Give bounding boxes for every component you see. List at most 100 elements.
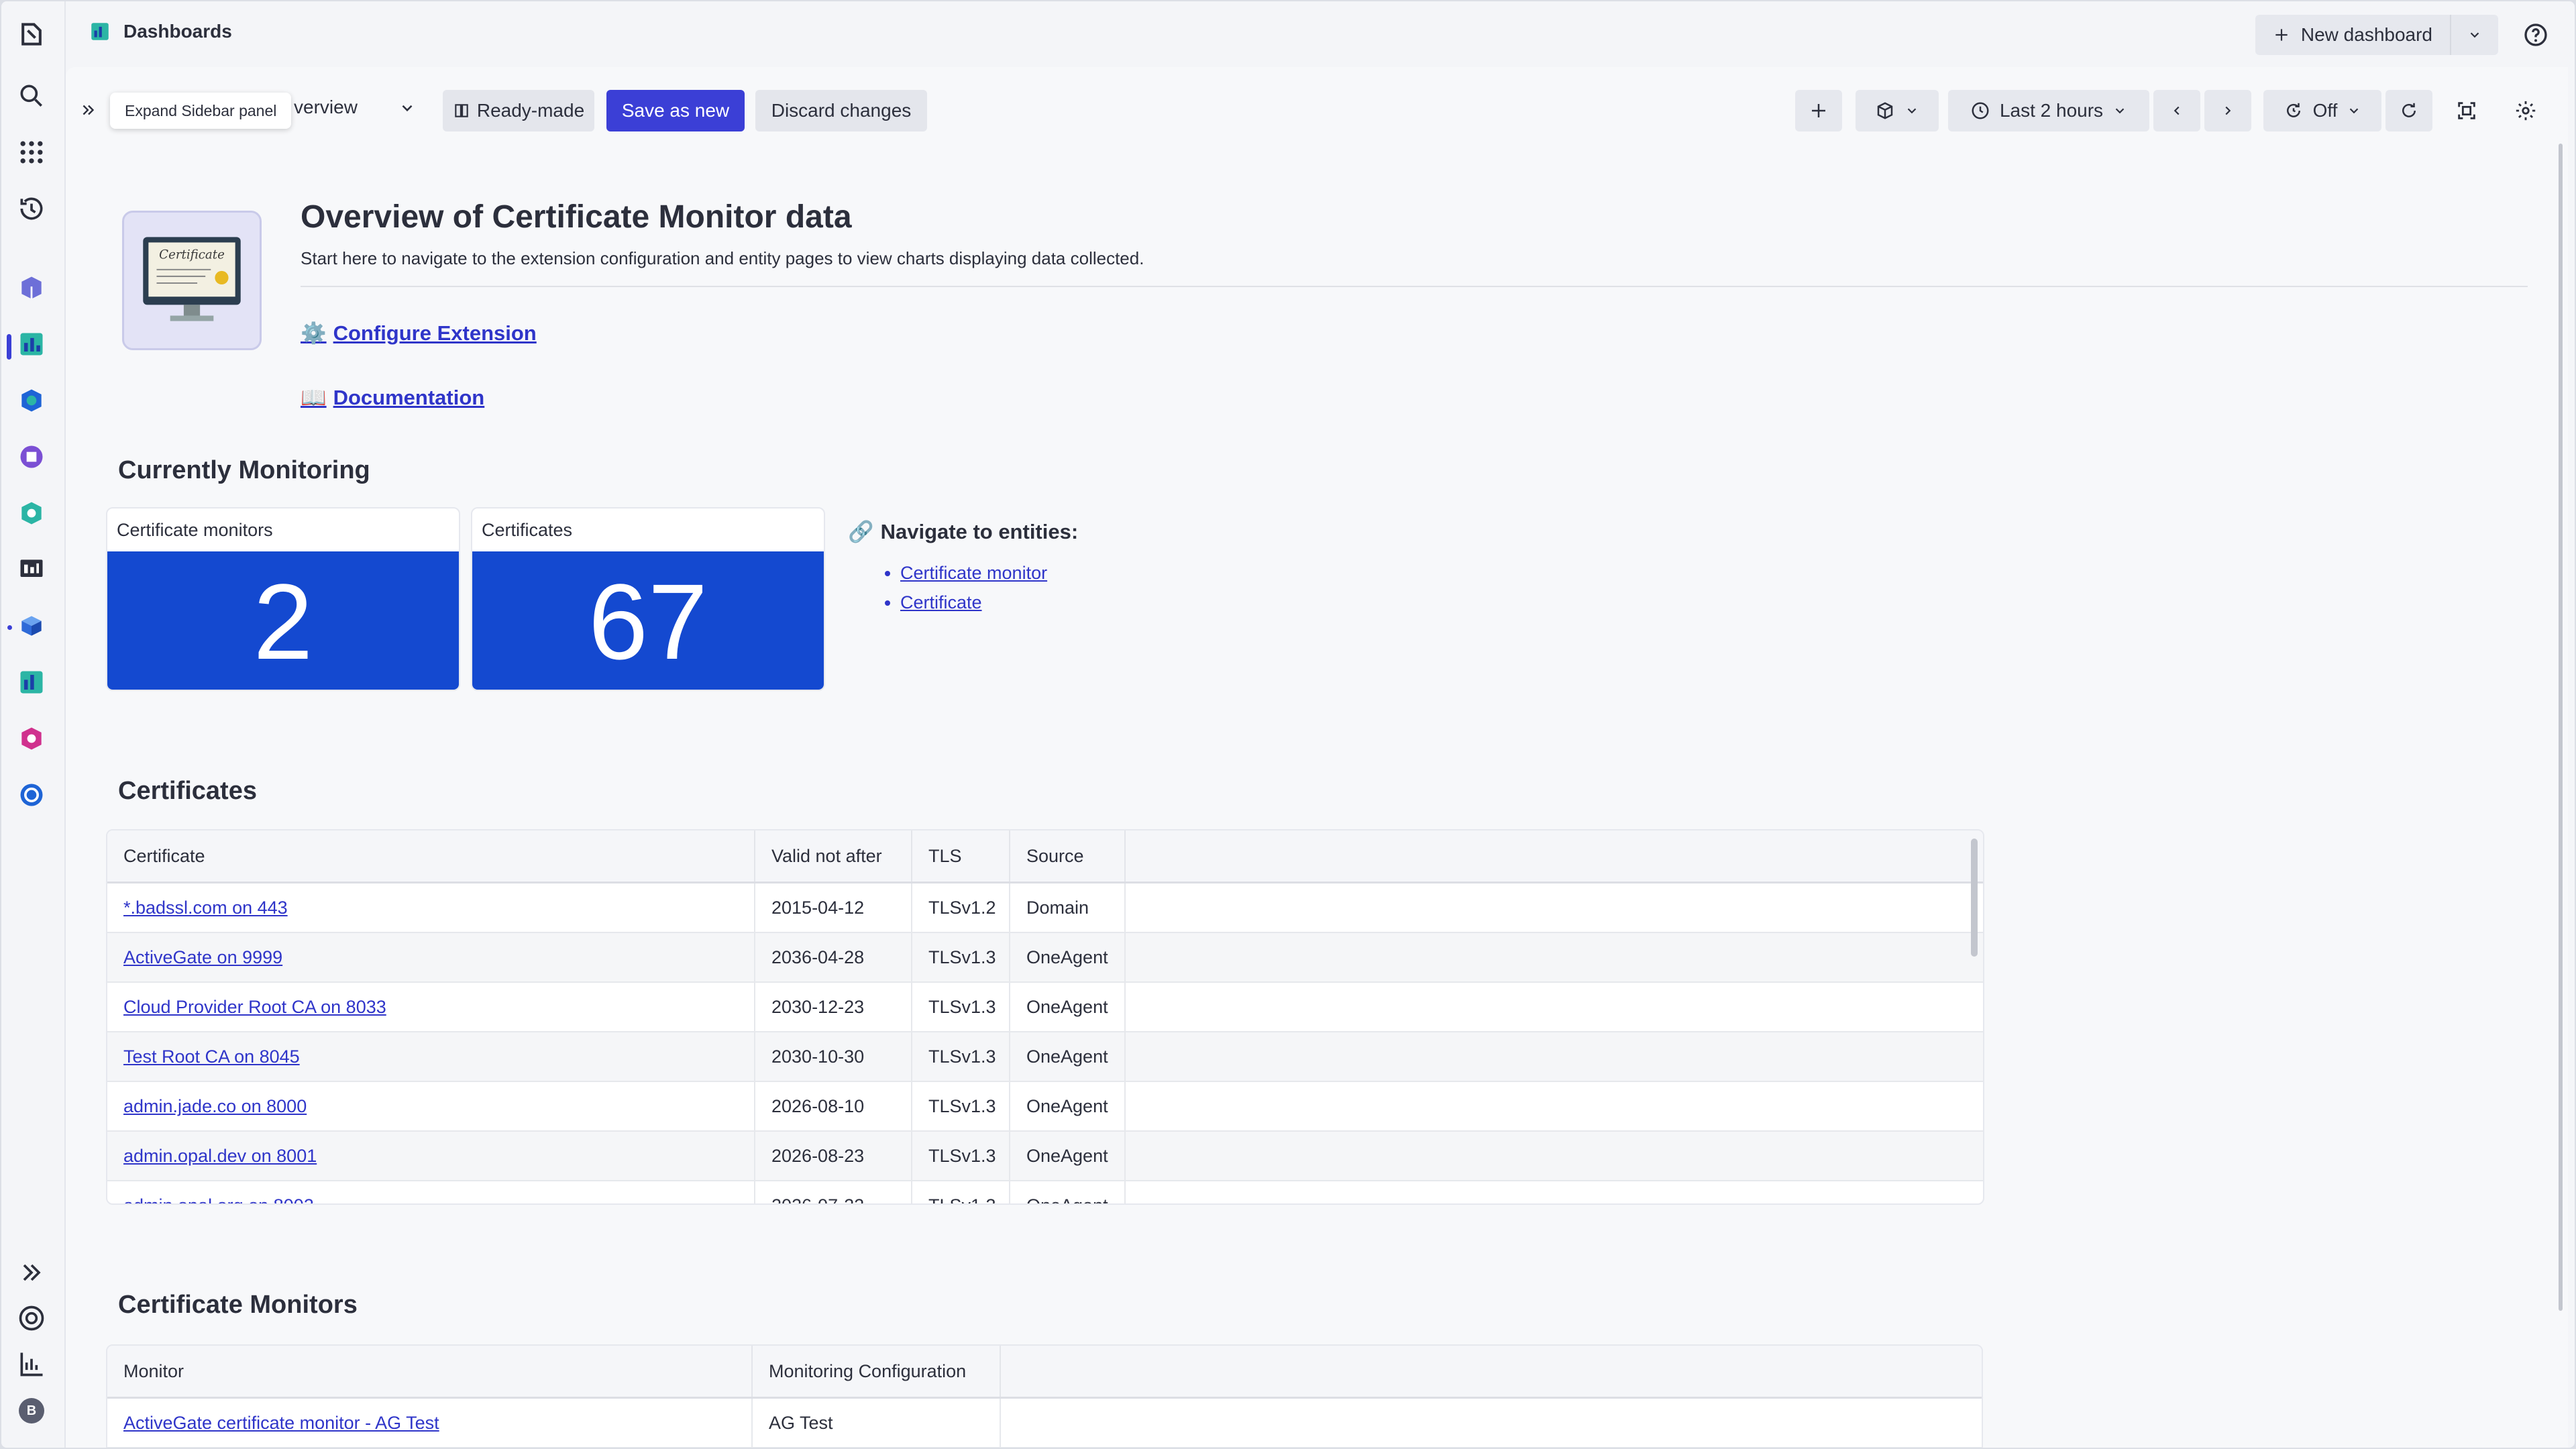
certificate-link[interactable]: admin.jade.co on 8000 <box>107 1082 755 1130</box>
auto-refresh-selector[interactable]: Off <box>2263 90 2381 131</box>
app-title-text: Dashboards <box>123 21 232 42</box>
infrastructure-app-icon[interactable] <box>15 384 48 417</box>
currently-monitoring-heading: Currently Monitoring <box>118 456 370 484</box>
certificate-link[interactable]: admin.opal.dev on 8001 <box>107 1132 755 1180</box>
double-chevron-right-icon <box>83 105 95 115</box>
column-header-valid-not-after[interactable]: Valid not after <box>755 830 912 881</box>
discard-changes-button[interactable]: Discard changes <box>755 90 927 131</box>
expand-rail-icon[interactable] <box>15 1256 48 1289</box>
extensions-app-icon[interactable] <box>15 609 48 643</box>
table-row[interactable]: admin.opal.org on 80022026-07-22TLSv1.3O… <box>107 1181 1983 1203</box>
fullscreen-button[interactable] <box>2446 90 2487 131</box>
dashboard-toolbar: Expand Sidebar panel verview Ready-made … <box>66 87 2568 134</box>
column-header-monitoring-configuration[interactable]: Monitoring Configuration <box>753 1346 1001 1397</box>
new-dashboard-dropdown[interactable] <box>2451 15 2498 55</box>
help-icon[interactable] <box>2522 21 2549 48</box>
table-cell: TLSv1.3 <box>912 933 1010 981</box>
table-row[interactable]: Cloud Provider Root CA on 8033 2030-12-23… <box>107 983 1983 1032</box>
auto-refresh-label: Off <box>2312 100 2338 121</box>
table-cell: OneAgent <box>1010 1181 1126 1203</box>
certificates-table-body: *.badssl.com on 443 2015-04-12 TLSv1.2 Doma… <box>107 883 1983 1203</box>
support-icon[interactable] <box>15 1301 48 1335</box>
table-cell: 2026-08-10 <box>755 1082 912 1130</box>
table-scrollbar[interactable] <box>1971 839 1978 957</box>
search-icon[interactable] <box>15 79 48 113</box>
list-item: Certificate monitor <box>900 558 1047 588</box>
dashboard-settings-button[interactable] <box>2505 90 2546 131</box>
table-header: Certificate Valid not after TLS Source <box>107 830 1983 883</box>
chevron-down-icon <box>2470 32 2479 38</box>
column-header-tls[interactable]: TLS <box>912 830 1010 881</box>
certificate-monitor-illustration: Certificate <box>143 237 241 321</box>
clock-icon <box>1972 102 1989 119</box>
tile-label: Certificate monitors <box>117 519 273 540</box>
tile-value: 67 <box>472 551 824 690</box>
dashboard-menu-chevron-icon[interactable] <box>398 99 416 117</box>
ready-made-badge[interactable]: Ready-made <box>443 90 594 131</box>
table-row[interactable]: ActiveGate certificate monitor - AG Test… <box>107 1399 1982 1448</box>
timeframe-next-button[interactable] <box>2204 90 2251 131</box>
link-icon: 🔗 <box>848 520 874 543</box>
certificate-link[interactable]: Cloud Provider Root CA on 8033 <box>107 983 755 1031</box>
certificate-monitors-table: Monitor Monitoring Configuration ActiveG… <box>106 1344 1983 1448</box>
notebooks-app-icon[interactable] <box>15 440 48 474</box>
apps-grid-icon[interactable] <box>15 136 48 169</box>
column-header-source[interactable]: Source <box>1010 830 1126 881</box>
table-row[interactable]: admin.jade.co on 8000 2026-08-10 TLSv1.3 On… <box>107 1082 1983 1132</box>
dashboard-canvas: Expand Sidebar panel verview Ready-made … <box>66 67 2568 1448</box>
table-row[interactable]: Test Root CA on 8045 2030-10-30 TLSv1.3 One… <box>107 1032 1983 1082</box>
configure-extension-link[interactable]: ⚙️ Configure Extension <box>301 321 537 345</box>
security-app-icon[interactable] <box>15 722 48 755</box>
certificate-entity-link[interactable]: Certificate <box>900 592 982 612</box>
monitor-link[interactable]: ActiveGate certificate monitor - AG Test <box>107 1399 753 1447</box>
whats-new-icon[interactable] <box>15 1347 48 1381</box>
certificate-link[interactable]: Test Root CA on 8045 <box>107 1032 755 1081</box>
table-cell: 2036-04-28 <box>755 933 912 981</box>
ready-made-label: Ready-made <box>476 100 585 121</box>
table-cell: OneAgent <box>1010 983 1126 1031</box>
timeframe-previous-button[interactable] <box>2153 90 2200 131</box>
entity-links-list: Certificate monitor Certificate <box>873 558 1047 617</box>
certificate-link[interactable]: *.badssl.com on 443 <box>107 883 755 932</box>
services-app-icon[interactable] <box>15 496 48 530</box>
documentation-link[interactable]: 📖 Documentation <box>301 385 484 410</box>
hub-app-icon[interactable] <box>15 271 48 305</box>
table-cell: OneAgent <box>1010 1132 1126 1180</box>
expand-sidebar-button[interactable] <box>76 97 101 123</box>
monitor-app-icon[interactable] <box>15 553 48 586</box>
page-scrollbar[interactable] <box>2559 144 2563 1311</box>
certificate-link[interactable]: admin.opal.org on 8002 <box>107 1181 755 1203</box>
segments-button[interactable] <box>1856 90 1939 131</box>
certificate-illustration-text: Certificate <box>159 248 225 262</box>
certificates-tile[interactable]: Certificates 67 <box>471 507 825 691</box>
table-row[interactable]: ActiveGate on 9999 2036-04-28 TLSv1.3 OneAg… <box>107 933 1983 983</box>
active-indicator <box>7 334 11 360</box>
left-rail: B <box>1 1 66 1448</box>
gear-icon <box>2516 101 2536 121</box>
table-cell: 2026-08-23 <box>755 1132 912 1180</box>
column-header-certificate[interactable]: Certificate <box>107 830 755 881</box>
certificate-monitor-entity-link[interactable]: Certificate monitor <box>900 563 1047 583</box>
chevron-down-icon <box>2350 108 2359 114</box>
certificate-link[interactable]: ActiveGate on 9999 <box>107 933 755 981</box>
new-dashboard-button[interactable]: New dashboard <box>2255 15 2451 55</box>
book-icon <box>455 104 468 117</box>
data-explorer-app-icon[interactable] <box>15 665 48 699</box>
history-icon[interactable] <box>15 192 48 225</box>
user-avatar[interactable]: B <box>19 1398 44 1424</box>
settings-app-icon[interactable] <box>15 778 48 812</box>
dashboard-name[interactable]: verview <box>294 97 358 118</box>
dashboards-app-icon[interactable] <box>15 327 48 361</box>
column-header-monitor[interactable]: Monitor <box>107 1346 753 1397</box>
certificate-monitors-tile[interactable]: Certificate monitors 2 <box>106 507 460 691</box>
add-tile-button[interactable] <box>1795 90 1842 131</box>
table-cell: TLSv1.3 <box>912 1082 1010 1130</box>
timeframe-selector[interactable]: Last 2 hours <box>1948 90 2149 131</box>
table-row[interactable]: admin.opal.dev on 8001 2026-08-23 TLSv1.3 O… <box>107 1132 1983 1181</box>
save-as-new-button[interactable]: Save as new <box>606 90 745 131</box>
certificates-heading: Certificates <box>118 777 257 805</box>
table-row[interactable]: *.badssl.com on 443 2015-04-12 TLSv1.2 Doma… <box>107 883 1983 933</box>
dynatrace-logo-icon[interactable] <box>15 17 48 51</box>
chevron-down-icon <box>2115 108 2125 114</box>
refresh-button[interactable] <box>2385 90 2432 131</box>
